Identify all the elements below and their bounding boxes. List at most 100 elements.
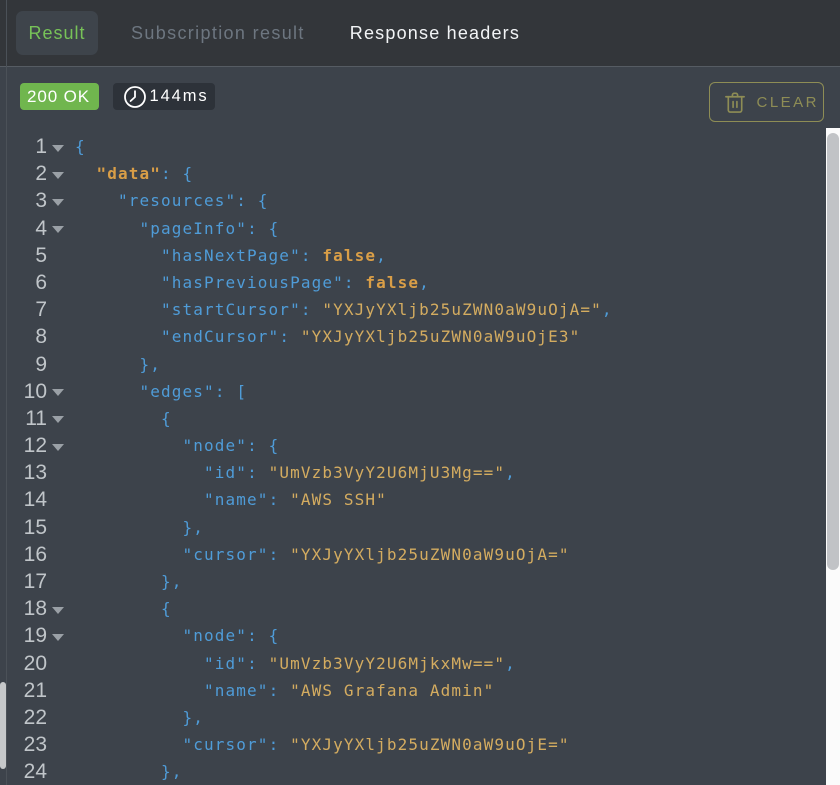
tab-subscription-result-label: Subscription result [131, 23, 305, 44]
clear-button[interactable]: CLEAR [709, 82, 824, 122]
fold-arrow-icon[interactable] [52, 199, 64, 206]
fold-arrow-icon[interactable] [52, 607, 64, 614]
status-text: 200 OK [27, 87, 90, 107]
response-json-viewer: 1{2 "data": {3 "resources": {4 "pageInfo… [0, 128, 826, 785]
code-line: 18 { [0, 595, 826, 622]
code-line-content: "cursor": "YXJyYXljb25uZWN0aW9uOjA=" [0, 541, 826, 568]
code-line-content: "resources": { [0, 187, 826, 214]
code-line: 14 "name": "AWS SSH" [0, 486, 826, 513]
code-line-content: }, [0, 758, 826, 785]
response-meta-bar: 200 OK 144ms CLEAR [0, 68, 840, 128]
line-number: 4 [0, 215, 47, 242]
line-number: 15 [0, 514, 47, 541]
code-line: 2 "data": { [0, 160, 826, 187]
code-line-content: }, [0, 514, 826, 541]
tab-subscription-result[interactable]: Subscription result [117, 11, 319, 55]
fold-arrow-icon[interactable] [52, 416, 64, 423]
code-line-content: "edges": [ [0, 378, 826, 405]
code-line-content: "hasNextPage": false, [0, 242, 826, 269]
code-line: 1{ [0, 133, 826, 160]
line-number: 11 [0, 405, 47, 432]
line-number: 14 [0, 486, 47, 513]
status-badge: 200 OK [20, 83, 99, 110]
code-line: 16 "cursor": "YXJyYXljb25uZWN0aW9uOjA=" [0, 541, 826, 568]
code-line: 24 }, [0, 758, 826, 785]
line-number: 10 [0, 378, 47, 405]
code-line: 23 "cursor": "YXJyYXljb25uZWN0aW9uOjE=" [0, 731, 826, 758]
code-line-content: "hasPreviousPage": false, [0, 269, 826, 296]
tab-result[interactable]: Result [16, 11, 98, 55]
line-number: 24 [0, 758, 47, 785]
code-line-content: "endCursor": "YXJyYXljb25uZWN0aW9uOjE3" [0, 323, 826, 350]
right-scrollbar-track[interactable] [826, 128, 840, 785]
code-line-content: "data": { [0, 160, 826, 187]
code-line-content: "cursor": "YXJyYXljb25uZWN0aW9uOjE=" [0, 731, 826, 758]
code-line: 21 "name": "AWS Grafana Admin" [0, 677, 826, 704]
code-line-content: "pageInfo": { [0, 215, 826, 242]
line-number: 5 [0, 242, 47, 269]
code-line-content: "id": "UmVzb3VyY2U6MjU3Mg==", [0, 459, 826, 486]
line-number: 19 [0, 622, 47, 649]
line-number: 3 [0, 187, 47, 214]
code-line-content: { [0, 595, 826, 622]
code-line: 5 "hasNextPage": false, [0, 242, 826, 269]
response-time-text: 144ms [150, 87, 209, 106]
line-number: 16 [0, 541, 47, 568]
line-number: 17 [0, 568, 47, 595]
line-number: 1 [0, 133, 47, 160]
trash-icon [723, 91, 747, 114]
code-line: 9 }, [0, 351, 826, 378]
code-line: 3 "resources": { [0, 187, 826, 214]
tab-response-headers-label: Response headers [350, 23, 520, 44]
code-line: 10 "edges": [ [0, 378, 826, 405]
line-number: 8 [0, 323, 47, 350]
code-line-content: "node": { [0, 432, 826, 459]
result-pane-tabbar: Result Subscription result Response head… [0, 0, 840, 67]
code-line-content: "node": { [0, 622, 826, 649]
code-line: 22 }, [0, 704, 826, 731]
code-line: 11 { [0, 405, 826, 432]
line-number: 9 [0, 351, 47, 378]
fold-arrow-icon[interactable] [52, 634, 64, 641]
code-line-content: "name": "AWS SSH" [0, 486, 826, 513]
line-number: 23 [0, 731, 47, 758]
tab-result-label: Result [29, 23, 86, 44]
code-line-content: "name": "AWS Grafana Admin" [0, 677, 826, 704]
code-line: 20 "id": "UmVzb3VyY2U6MjkxMw==", [0, 650, 826, 677]
line-number: 7 [0, 296, 47, 323]
code-line-content: { [0, 133, 826, 160]
code-line: 6 "hasPreviousPage": false, [0, 269, 826, 296]
line-number: 22 [0, 704, 47, 731]
fold-arrow-icon[interactable] [52, 226, 64, 233]
left-scrollbar-thumb[interactable] [0, 682, 6, 769]
code-line-content: }, [0, 351, 826, 378]
code-line: 12 "node": { [0, 432, 826, 459]
code-line: 15 }, [0, 514, 826, 541]
tab-response-headers[interactable]: Response headers [336, 11, 534, 55]
code-line: 13 "id": "UmVzb3VyY2U6MjU3Mg==", [0, 459, 826, 486]
line-number: 13 [0, 459, 47, 486]
code-line: 19 "node": { [0, 622, 826, 649]
line-number: 2 [0, 160, 47, 187]
code-line-content: { [0, 405, 826, 432]
line-number: 6 [0, 269, 47, 296]
line-number: 18 [0, 595, 47, 622]
fold-arrow-icon[interactable] [52, 444, 64, 451]
line-number: 21 [0, 677, 47, 704]
right-scrollbar-thumb[interactable] [827, 133, 839, 570]
fold-arrow-icon[interactable] [52, 389, 64, 396]
line-number: 12 [0, 432, 47, 459]
response-time-badge: 144ms [113, 83, 215, 110]
code-line-content: }, [0, 568, 826, 595]
fold-arrow-icon[interactable] [52, 145, 64, 152]
fold-arrow-icon[interactable] [52, 172, 64, 179]
code-line: 17 }, [0, 568, 826, 595]
code-line-content: }, [0, 704, 826, 731]
code-line: 4 "pageInfo": { [0, 215, 826, 242]
code-line-content: "startCursor": "YXJyYXljb25uZWN0aW9uOjA=… [0, 296, 826, 323]
code-line: 8 "endCursor": "YXJyYXljb25uZWN0aW9uOjE3… [0, 323, 826, 350]
pane-divider [6, 0, 7, 785]
code-line: 7 "startCursor": "YXJyYXljb25uZWN0aW9uOj… [0, 296, 826, 323]
line-number: 20 [0, 650, 47, 677]
clear-button-label: CLEAR [757, 94, 820, 111]
